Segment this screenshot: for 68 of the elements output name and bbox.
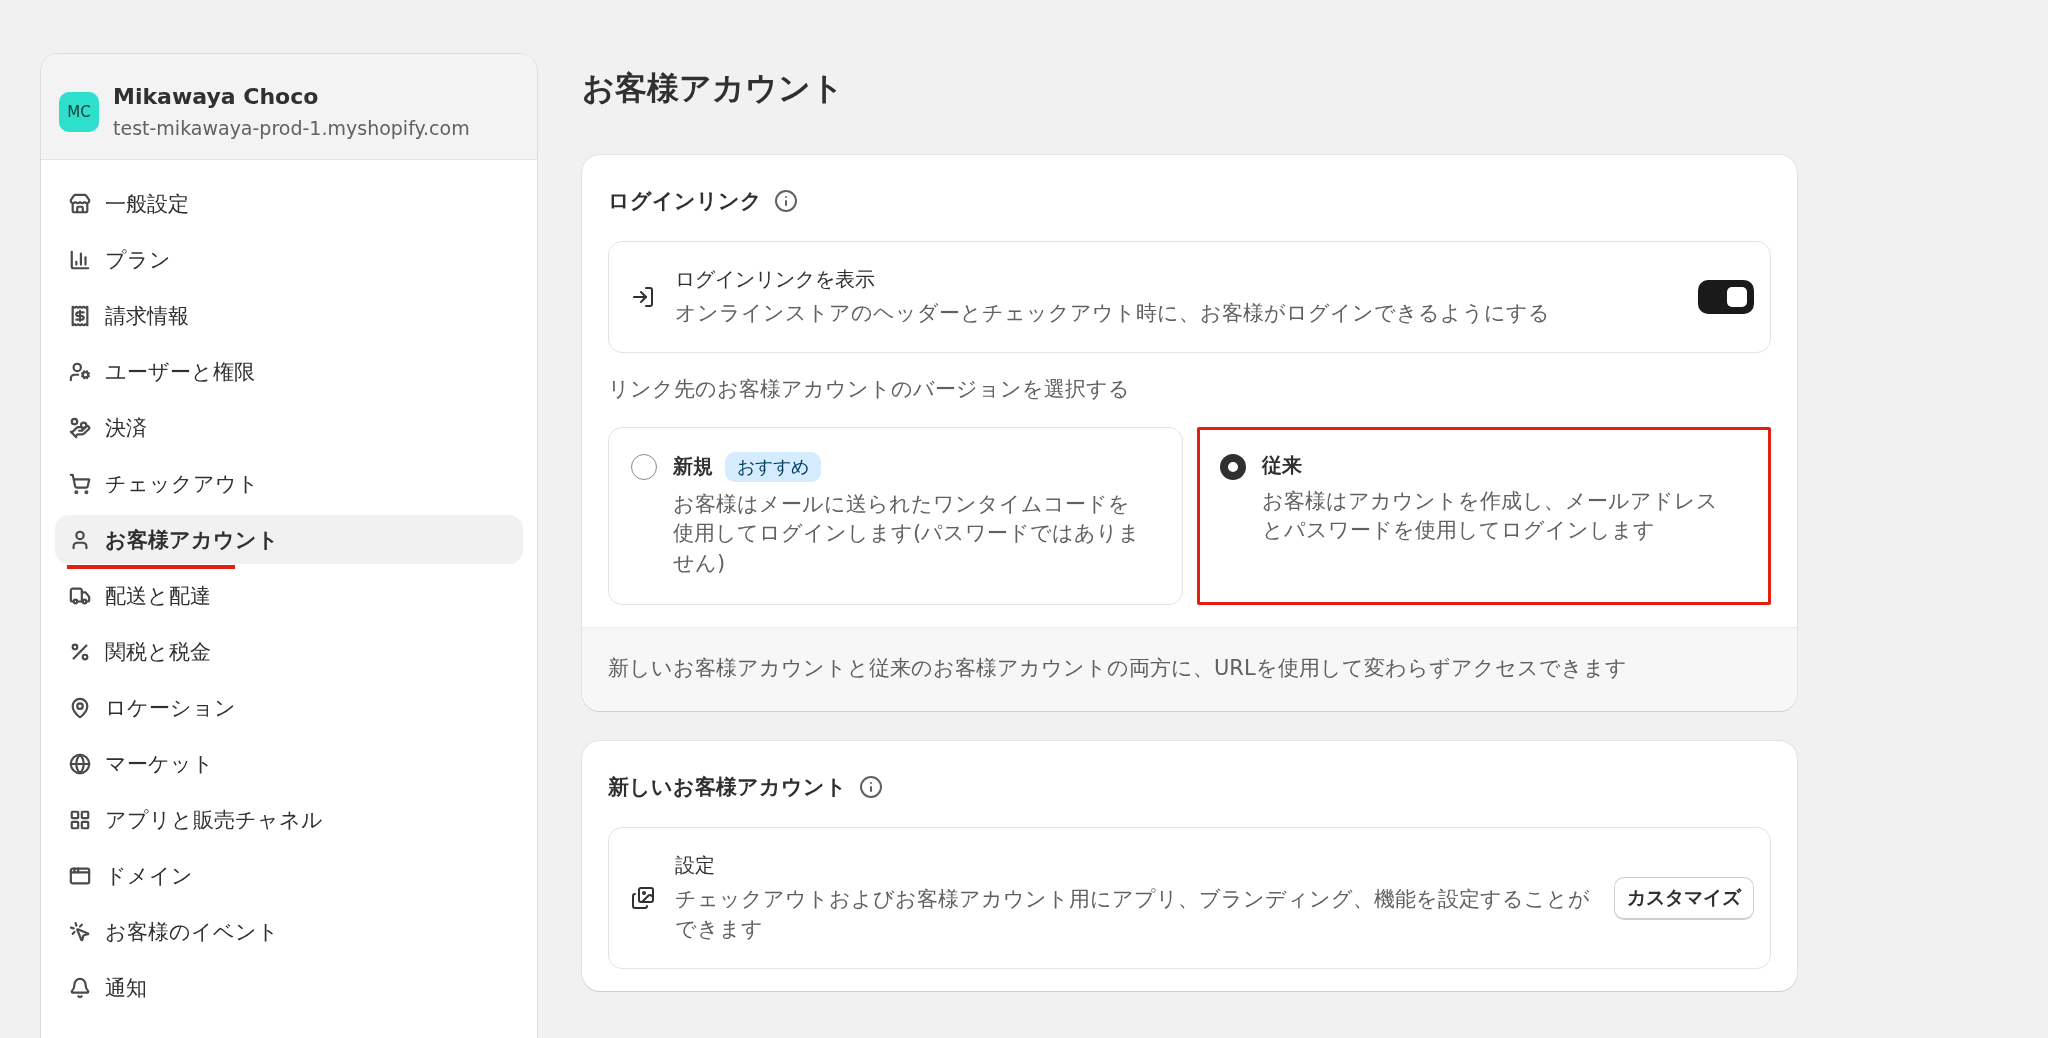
sidebar-item[interactable]: お客様のイベント [55,907,523,956]
sidebar-item-label: お客様のイベント [105,918,279,946]
bar-chart-icon [69,248,91,271]
info-icon[interactable] [774,189,798,213]
option-title: 従来 [1261,451,1302,479]
sidebar-item[interactable]: 配送と配達 [55,571,523,620]
store-icon [69,192,91,215]
sidebar-item-label: マーケット [105,750,214,778]
sidebar-item[interactable]: 関税と税金 [55,627,523,676]
cart-icon [69,472,91,495]
setting-description: オンラインストアのヘッダーとチェックアウト時に、お客様がログインできるようにする [675,300,1551,327]
receipt-icon [69,304,91,327]
sidebar-item[interactable]: 請求情報 [55,291,523,340]
version-prompt: リンク先のお客様アカウントのバージョンを選択する [608,376,1131,404]
images-icon [631,886,655,911]
sidebar-item-label: お客様アカウント [105,526,279,554]
store-name: Mikawaya Choco [113,84,320,109]
pointer-click-icon [69,920,91,943]
sidebar-item[interactable]: ドメイン [55,851,523,900]
customize-button[interactable]: カスタマイズ [1614,876,1754,920]
hand-coins-icon [69,416,91,439]
bell-icon [69,976,91,999]
option-description: お客様はアカウントを作成し、メールアドレスとパスワードを使用してログインします [1261,487,1719,545]
sidebar-item[interactable]: 一般設定 [55,179,523,228]
recommended-badge: おすすめ [725,451,821,482]
setting-description: チェックアウトおよびお客様アカウント用にアプリ、ブランディング、機能を設定することができます [675,886,1591,943]
sidebar-item-label: チェックアウト [105,470,259,498]
store-domain: test-mikawaya-prod-1.myshopify.com [113,117,470,139]
sidebar-item[interactable]: 通知 [55,963,523,1012]
sidebar-item-label: プラン [105,246,171,274]
sidebar-item-label: 決済 [105,414,147,442]
sidebar-item[interactable]: チェックアウト [55,459,523,508]
globe-icon [69,752,91,775]
option-title: 新規 [673,453,713,481]
sidebar-item[interactable]: マーケット [55,739,523,788]
map-pin-icon [69,696,91,719]
grid-icon [69,808,91,831]
card-title: ログインリンク [608,188,762,215]
setting-title: ログインリンクを表示 [675,266,876,293]
sidebar-item-label: ロケーション [105,694,236,722]
store-avatar: MC [59,92,99,132]
toggle-switch[interactable] [1698,280,1754,315]
sidebar-item[interactable]: 決済 [55,403,523,452]
sidebar-item-label: 配送と配達 [105,582,211,610]
sidebar-item[interactable]: ロケーション [55,683,523,732]
sidebar-item[interactable]: プラン [55,235,523,284]
sidebar-item-label: 通知 [105,974,147,1002]
page-title: お客様アカウント [582,68,845,109]
option-card[interactable]: 新規 おすすめ お客様はメールに送られたワンタイムコードを使用してログインします(パスワードではありません) [608,426,1183,605]
sidebar-item-label: アプリと販売チャネル [105,806,323,834]
sidebar-item-label: 請求情報 [105,302,189,330]
highlighted-option-card[interactable]: 従来 お客様はアカウントを作成し、メールアドレスとパスワードを使用してログインします [1196,426,1771,605]
sidebar-item-label: 一般設定 [105,190,189,218]
radio-button[interactable] [1219,453,1246,480]
login-icon [631,285,655,310]
sidebar-item-label: ドメイン [105,862,193,890]
option-description: お客様はメールに送られたワンタイムコードを使用してログインします(パスワードではありません) [673,490,1142,577]
card-title: 新しいお客様アカウント [608,774,847,802]
sidebar-item-label: ユーザーと権限 [105,358,255,386]
info-icon[interactable] [859,775,883,800]
footer-note: 新しいお客様アカウントと従来のお客様アカウントの両方に、URLを使用して変わらずアクセスできます [608,655,1627,680]
sidebar-item[interactable]: アプリと販売チャネル [55,795,523,844]
sidebar-item-label: 関税と税金 [105,638,211,666]
radio-button[interactable] [631,453,657,480]
sidebar-item[interactable]: ユーザーと権限 [55,347,523,396]
user-icon [69,528,91,551]
user-gear-icon [69,360,91,383]
setting-title: 設定 [675,852,716,880]
